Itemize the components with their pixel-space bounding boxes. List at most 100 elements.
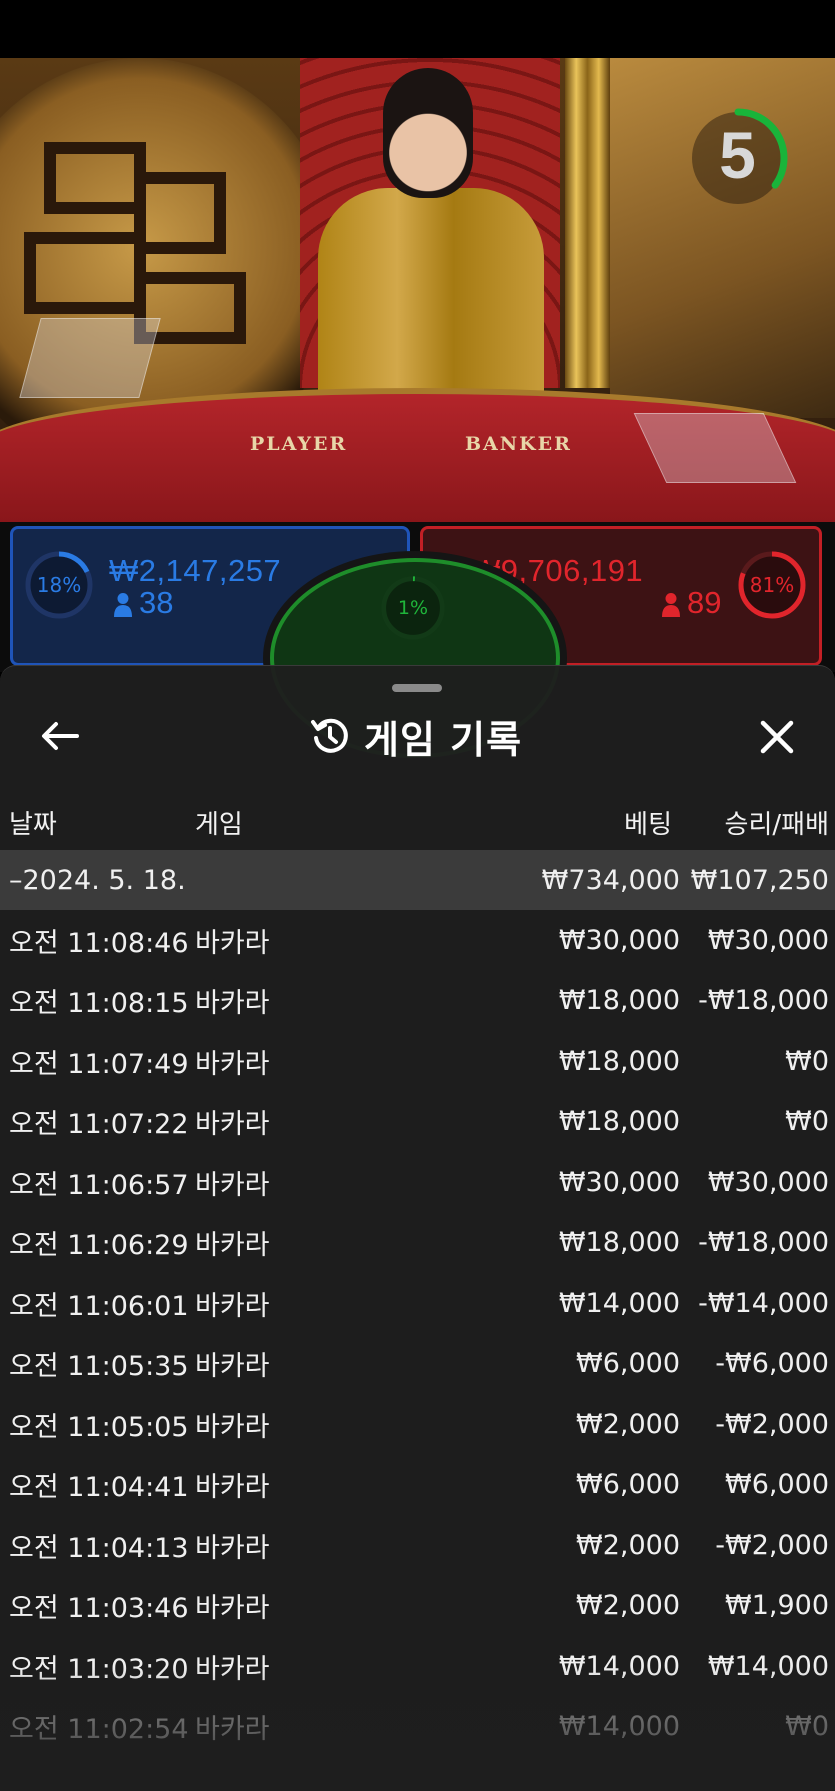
history-row[interactable]: 오전 11:06:29 바카라 ₩18,000 -₩18,000 [0, 1213, 835, 1274]
history-row[interactable]: 오전 11:02:54 바카라 ₩14,000 ₩0 [0, 1697, 835, 1758]
row-result: ₩0 [785, 1106, 829, 1138]
row-bet: ₩14,000 [558, 1711, 680, 1743]
row-time: 오전 11:07:22 [9, 1109, 189, 1141]
player-table-label: PLAYER [250, 433, 348, 455]
row-result: ₩30,000 [707, 1166, 829, 1198]
row-game: 바카라 [195, 1109, 270, 1141]
history-row[interactable]: 오전 11:04:13 바카라 ₩2,000 -₩2,000 [0, 1515, 835, 1576]
player-percent: 18% [36, 573, 82, 597]
row-bet: ₩18,000 [558, 1045, 680, 1077]
column-header-date: 날짜 [9, 810, 57, 840]
row-time: 오전 11:07:49 [9, 1048, 189, 1080]
row-bet: ₩18,000 [558, 985, 680, 1017]
row-result: ₩6,000 [725, 1469, 829, 1501]
row-time: 오전 11:03:20 [9, 1653, 189, 1685]
row-result: ₩14,000 [707, 1650, 829, 1682]
history-row[interactable]: 오전 11:03:20 바카라 ₩14,000 ₩14,000 [0, 1636, 835, 1697]
row-game: 바카라 [195, 1472, 270, 1504]
gold-pillar [565, 58, 610, 388]
status-bar [0, 0, 835, 58]
row-game: 바카라 [195, 1169, 270, 1201]
row-result: ₩0 [785, 1045, 829, 1077]
row-bet: ₩18,000 [558, 1227, 680, 1259]
history-row[interactable]: 오전 11:05:05 바카라 ₩2,000 -₩2,000 [0, 1394, 835, 1455]
row-result: ₩30,000 [707, 924, 829, 956]
row-bet: ₩6,000 [576, 1348, 680, 1380]
close-icon [760, 720, 794, 754]
row-game: 바카라 [195, 927, 270, 959]
dealer-head [383, 68, 473, 198]
row-game: 바카라 [195, 1532, 270, 1564]
timer-value: 5 [719, 118, 756, 192]
banker-count: 89 [687, 585, 722, 620]
page-title: 게임 기록 [364, 717, 523, 762]
sheet-drag-handle[interactable] [392, 684, 442, 692]
game-history-sheet: 게임 기록 날짜 게임 베팅 승리/패배 –2024. 5. 18. ₩734,… [0, 665, 835, 1791]
row-time: 오전 11:05:05 [9, 1411, 189, 1443]
row-result: -₩2,000 [715, 1529, 829, 1561]
row-bet: ₩2,000 [576, 1590, 680, 1622]
row-game: 바카라 [195, 1714, 270, 1746]
column-header-result: 승리/패배 [724, 810, 829, 840]
row-game: 바카라 [195, 1593, 270, 1625]
column-header-game: 게임 [195, 810, 243, 840]
summary-bet-total: ₩734,000 [541, 864, 680, 896]
player-amount: ₩2,147,257 [109, 553, 282, 588]
arrow-left-icon [42, 722, 79, 750]
row-time: 오전 11:08:46 [9, 927, 189, 959]
row-game: 바카라 [195, 1048, 270, 1080]
row-result: -₩18,000 [698, 985, 829, 1017]
tie-percent: 1% [397, 597, 429, 619]
history-row[interactable]: 오전 11:05:35 바카라 ₩6,000 -₩6,000 [0, 1334, 835, 1395]
row-time: 오전 11:08:15 [9, 988, 189, 1020]
history-row[interactable]: 오전 11:08:15 바카라 ₩18,000 -₩18,000 [0, 971, 835, 1032]
row-result: -₩14,000 [698, 1287, 829, 1319]
row-bet: ₩6,000 [576, 1469, 680, 1501]
history-row[interactable]: 오전 11:08:46 바카라 ₩30,000 ₩30,000 [0, 910, 835, 971]
row-time: 오전 11:04:13 [9, 1532, 189, 1564]
history-row[interactable]: 오전 11:07:49 바카라 ₩18,000 ₩0 [0, 1031, 835, 1092]
row-bet: ₩14,000 [558, 1287, 680, 1319]
card-shoe-left [19, 318, 161, 398]
row-bet: ₩2,000 [576, 1529, 680, 1561]
row-game: 바카라 [195, 1653, 270, 1685]
row-game: 바카라 [195, 1290, 270, 1322]
close-button[interactable] [752, 712, 802, 762]
row-time: 오전 11:06:01 [9, 1290, 189, 1322]
sheet-header: 게임 기록 [310, 710, 522, 762]
bet-summary: 18% ₩2,147,257 38 ₩9,706,191 89 81% 1% [0, 522, 835, 758]
row-game: 바카라 [195, 1411, 270, 1443]
person-icon [114, 593, 132, 617]
summary-date: –2024. 5. 18. [9, 864, 186, 896]
row-result: -₩18,000 [698, 1227, 829, 1259]
row-game: 바카라 [195, 1230, 270, 1262]
player-count: 38 [139, 585, 174, 620]
countdown-timer: 5 [688, 100, 800, 210]
history-row[interactable]: 오전 11:06:01 바카라 ₩14,000 -₩14,000 [0, 1273, 835, 1334]
column-header-bet: 베팅 [624, 810, 672, 840]
history-row[interactable]: 오전 11:07:22 바카라 ₩18,000 ₩0 [0, 1092, 835, 1153]
history-row[interactable]: 오전 11:04:41 바카라 ₩6,000 ₩6,000 [0, 1455, 835, 1516]
person-icon [662, 593, 680, 617]
row-bet: ₩30,000 [558, 924, 680, 956]
row-time: 오전 11:06:29 [9, 1230, 189, 1262]
row-bet: ₩14,000 [558, 1650, 680, 1682]
row-bet: ₩30,000 [558, 1166, 680, 1198]
row-result: -₩6,000 [715, 1348, 829, 1380]
back-button[interactable] [38, 714, 82, 758]
row-time: 오전 11:06:57 [9, 1169, 189, 1201]
row-result: ₩1,900 [725, 1590, 829, 1622]
row-result: -₩2,000 [715, 1408, 829, 1440]
summary-result-total: ₩107,250 [690, 864, 829, 896]
history-row[interactable]: 오전 11:03:46 바카라 ₩2,000 ₩1,900 [0, 1576, 835, 1637]
row-game: 바카라 [195, 1351, 270, 1383]
row-bet: ₩2,000 [576, 1408, 680, 1440]
history-clock-icon [311, 718, 348, 753]
row-time: 오전 11:02:54 [9, 1714, 189, 1746]
row-time: 오전 11:05:35 [9, 1351, 189, 1383]
row-time: 오전 11:03:46 [9, 1593, 189, 1625]
date-summary-row[interactable]: –2024. 5. 18. ₩734,000 ₩107,250 [0, 850, 835, 910]
history-row[interactable]: 오전 11:06:57 바카라 ₩30,000 ₩30,000 [0, 1152, 835, 1213]
banker-percent: 81% [749, 573, 795, 597]
row-bet: ₩18,000 [558, 1106, 680, 1138]
